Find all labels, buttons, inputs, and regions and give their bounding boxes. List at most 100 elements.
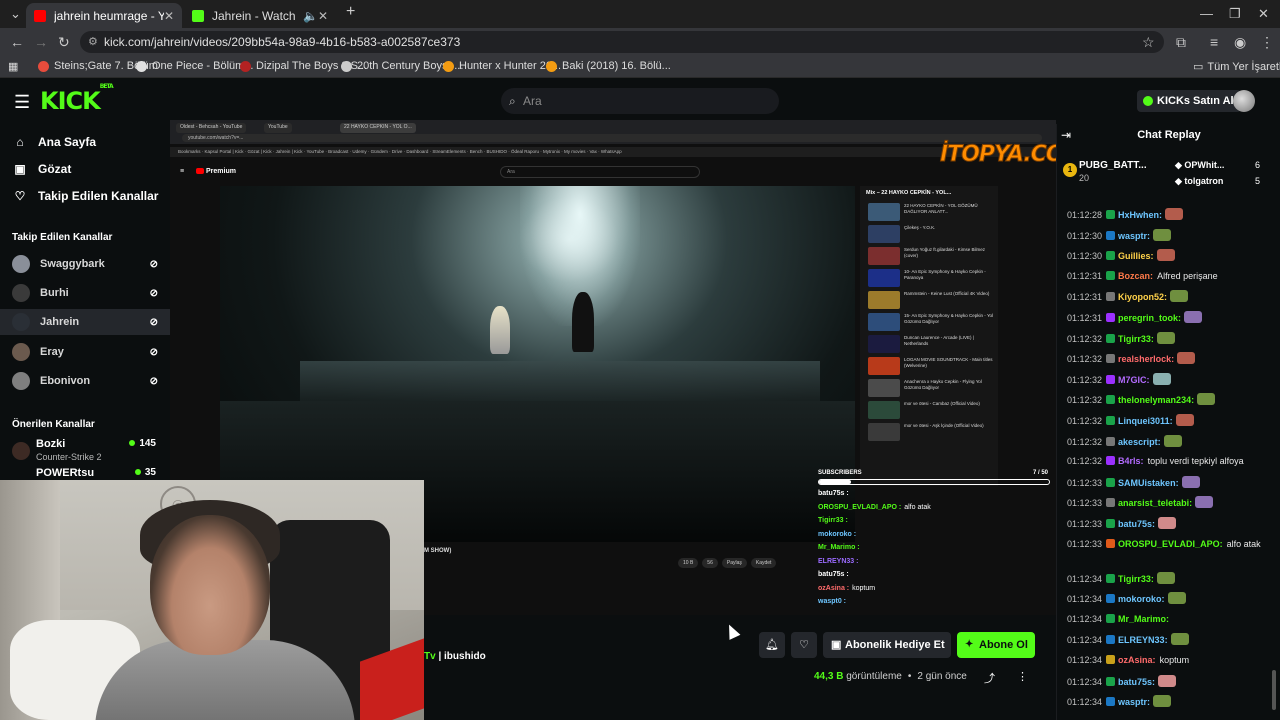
media-icon[interactable]: ≡ [1210, 34, 1218, 50]
message-username[interactable]: B4rls: [1118, 456, 1144, 466]
bookmark-item[interactable]: Hunter x Hunter 20... [443, 60, 561, 72]
menu-icon[interactable]: ⋮ [1260, 34, 1274, 51]
minimize-icon[interactable]: — [1200, 6, 1213, 21]
follow-button[interactable]: ♡ [791, 632, 817, 658]
sidebar-item-ebonivon[interactable]: Ebonivon ⊘ [0, 368, 170, 394]
recommended-channel-bozki[interactable]: Bozki Counter-Strike 2 145 [36, 438, 160, 462]
chat-message[interactable]: 01:12:33 OROSPU_EVLADI_APO: alfo atak [1067, 538, 1277, 551]
scrollbar-thumb[interactable] [1272, 670, 1276, 710]
chat-message[interactable]: 01:12:31 Bozcan: Alfred perişane [1067, 270, 1277, 283]
chat-message[interactable]: 01:12:32 thelonelyman234: [1067, 393, 1277, 407]
chat-message[interactable]: 01:12:32 Linquei3011: [1067, 414, 1277, 428]
maximize-icon[interactable]: ❐ [1229, 6, 1241, 22]
chat-message[interactable]: 01:12:34 wasptr: [1067, 695, 1277, 709]
browser-tab-youtube[interactable]: jahrein heumrage - YouTube ✕ [26, 3, 182, 28]
chat-message[interactable]: 01:12:30 wasptr: [1067, 228, 1277, 243]
chat-message[interactable]: 01:12:32 realsherlock: [1067, 352, 1277, 366]
message-username[interactable]: akescript: [1118, 437, 1161, 447]
top-gifter[interactable]: PUBG_BATT... 20 [1079, 160, 1147, 183]
chat-message[interactable]: 01:12:32 Tigirr33: [1067, 331, 1277, 346]
extensions-icon[interactable]: ⧉ [1176, 34, 1186, 51]
gifter-item[interactable]: ◆ tolgatron 5 [1175, 176, 1260, 187]
chat-message[interactable]: 01:12:34 Mr_Marimo: [1067, 613, 1277, 626]
chat-message[interactable]: 01:12:31 Kiyopon52: [1067, 290, 1277, 304]
chat-message[interactable]: 01:12:34 ozAsina: koptum [1067, 654, 1277, 667]
bookmark-item[interactable]: Baki (2018) 16. Bölü... [546, 60, 671, 72]
sidebar-item-eray[interactable]: Eray ⊘ [0, 339, 170, 365]
chat-message[interactable]: 01:12:32 M7GIC: [1067, 372, 1277, 387]
chat-message[interactable]: 01:12:34 batu75s: [1067, 674, 1277, 689]
sidebar-item-swaggybark[interactable]: Swaggybark ⊘ [0, 251, 170, 277]
gift-subscription-button[interactable]: ▣ Abonelik Hediye Et [823, 632, 951, 658]
chat-message[interactable]: 01:12:34 ELREYN33: [1067, 633, 1277, 647]
message-username[interactable]: wasptr: [1118, 697, 1150, 707]
chat-message[interactable]: 01:12:30 Guillies: [1067, 249, 1277, 263]
new-tab-icon[interactable]: + [346, 3, 355, 21]
message-username[interactable]: Kiyopon52: [1118, 292, 1167, 302]
chat-message[interactable]: 01:12:32 akescript: [1067, 434, 1277, 449]
message-username[interactable]: SAMUistaken: [1118, 478, 1179, 488]
message-username[interactable]: Bozcan: [1118, 271, 1153, 281]
notification-bell-button[interactable]: 🔔︎ [759, 632, 785, 658]
message-username[interactable]: anarsist_teletabi: [1118, 498, 1192, 508]
back-icon[interactable]: ← [10, 34, 24, 50]
share-icon[interactable]: ⤴ [984, 670, 995, 686]
hamburger-menu-icon[interactable]: ☰ [14, 92, 30, 113]
chat-message[interactable]: 01:12:31 peregrin_took: [1067, 311, 1277, 325]
bookmark-star-icon[interactable]: ☆ [1142, 34, 1155, 51]
site-info-icon[interactable]: ⚙ [88, 31, 98, 53]
chat-message[interactable]: 01:12:33 anarsist_teletabi: [1067, 496, 1277, 510]
message-username[interactable]: Linquei3011: [1118, 416, 1173, 426]
sidebar-item-burhi[interactable]: Burhi ⊘ [0, 280, 170, 306]
tab-list-icon[interactable]: ⌄ [10, 6, 21, 22]
message-username[interactable]: peregrin_took: [1118, 313, 1181, 323]
nav-home[interactable]: ⌂ Ana Sayfa [12, 135, 96, 149]
profile-icon[interactable]: ◉ [1234, 34, 1246, 51]
chat-message-list[interactable]: 01:12:28 HxHwhen: 01:12:30 wasptr: 01:12:30 G… [1057, 208, 1280, 718]
chat-message[interactable]: 01:12:33 SAMUistaken: [1067, 475, 1277, 490]
nav-following[interactable]: ♡ Takip Edilen Kanallar [12, 189, 159, 203]
bookmark-item[interactable]: One Piece - Bölüm... [136, 60, 254, 72]
chat-message[interactable]: 01:12:34 Tigirr33: [1067, 571, 1277, 586]
close-tab-icon[interactable]: ✕ [164, 9, 174, 23]
reload-icon[interactable]: ↻ [58, 34, 70, 51]
browser-tab-kick[interactable]: Jahrein - Watch the VOD o 🔈 ✕ [184, 3, 336, 28]
close-tab-icon[interactable]: ✕ [318, 9, 328, 23]
message-username[interactable]: ozAsina: [1118, 655, 1156, 665]
message-username[interactable]: Guillies: [1118, 251, 1154, 261]
chat-message[interactable]: 01:12:32 B4rls: toplu verdi tepkiyl alfoya [1067, 455, 1277, 468]
avatar[interactable] [1233, 90, 1255, 112]
sidebar-item-jahrein[interactable]: Jahrein ⊘ [0, 309, 170, 335]
message-username[interactable]: wasptr: [1118, 231, 1150, 241]
search-input[interactable]: ⌕ Ara [501, 88, 779, 114]
url-field[interactable]: ⚙ kick.com/jahrein/videos/209bb54a-98a9-… [80, 31, 1164, 53]
message-username[interactable]: Tigirr33: [1118, 334, 1154, 344]
chat-message[interactable]: 01:12:34 mokoroko: [1067, 592, 1277, 606]
buy-kicks-button[interactable]: KICKs Satın Al [1137, 90, 1241, 112]
gifter-item[interactable]: ◆ OPWhit... 6 [1175, 160, 1260, 171]
message-username[interactable]: M7GIC: [1118, 375, 1150, 385]
forward-icon[interactable]: → [34, 34, 48, 50]
more-options-icon[interactable]: ⋮ [1017, 670, 1028, 683]
apps-icon[interactable]: ▦ [8, 60, 18, 73]
recommended-channel-powertsu[interactable]: POWERtsu 35 [36, 467, 160, 479]
message-username[interactable]: mokoroko: [1118, 594, 1165, 604]
subscribe-button[interactable]: ✦ Abone Ol [957, 632, 1035, 658]
message-username[interactable]: batu75s: [1118, 677, 1155, 687]
message-username[interactable]: HxHwhen: [1118, 210, 1162, 220]
message-username[interactable]: ELREYN33: [1118, 635, 1168, 645]
all-bookmarks-folder[interactable]: ▭Tüm Yer İşaretleri [1193, 60, 1280, 74]
message-username[interactable]: realsherlock: [1118, 354, 1174, 364]
message-username[interactable]: OROSPU_EVLADI_APO: [1118, 539, 1223, 549]
message-username[interactable]: thelonelyman234: [1118, 395, 1194, 405]
chat-message[interactable]: 01:12:28 HxHwhen: [1067, 208, 1277, 222]
kick-logo[interactable]: KICKBETA [40, 83, 114, 115]
window-close-icon[interactable]: ✕ [1258, 6, 1269, 22]
message-username[interactable]: batu75s: [1118, 519, 1155, 529]
message-username[interactable]: Tigirr33: [1118, 574, 1154, 584]
message-username[interactable]: Mr_Marimo: [1118, 614, 1169, 624]
chat-scrollbar[interactable] [1272, 210, 1276, 710]
chat-message[interactable]: 01:12:33 batu75s: [1067, 517, 1277, 531]
nav-browse[interactable]: ▣ Gözat [12, 162, 71, 176]
audio-icon[interactable]: 🔈 [303, 9, 318, 23]
